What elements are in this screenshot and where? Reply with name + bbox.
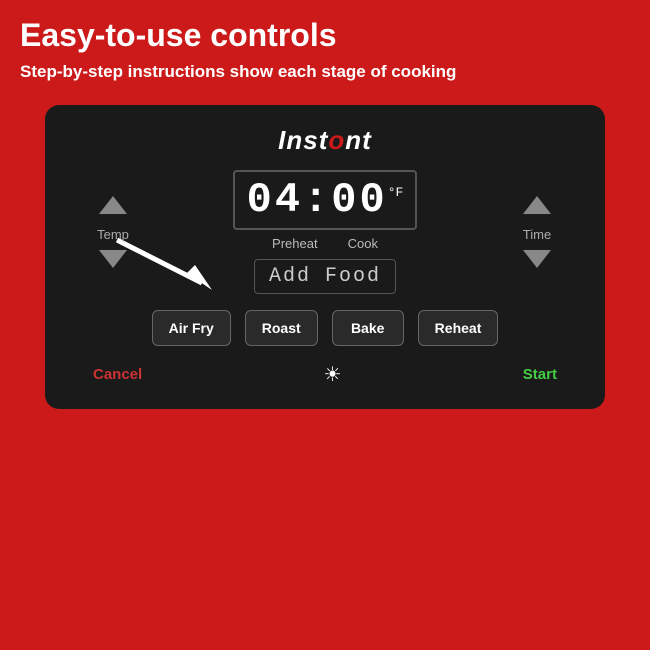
control-panel: Instont Temp 04:00°F Preheat Cook Add Fo… bbox=[45, 105, 605, 409]
temp-unit: °F bbox=[388, 185, 404, 200]
start-button[interactable]: Start bbox=[523, 366, 557, 383]
buttons-row: Air Fry Roast Bake Reheat bbox=[73, 310, 577, 346]
time-label: Time bbox=[523, 227, 551, 242]
air-fry-button[interactable]: Air Fry bbox=[152, 310, 231, 346]
preheat-cook-labels: Preheat Cook bbox=[272, 236, 378, 251]
bottom-row: Cancel ☀ Start bbox=[73, 362, 577, 387]
time-value: 04:00 bbox=[247, 176, 388, 224]
temp-section: Temp bbox=[73, 196, 153, 268]
preheat-label: Preheat bbox=[272, 236, 318, 251]
temp-label: Temp bbox=[97, 227, 129, 242]
brand-logo: Instont bbox=[73, 125, 577, 156]
time-display-box: 04:00°F bbox=[233, 170, 418, 230]
cook-label: Cook bbox=[348, 236, 378, 251]
bake-button[interactable]: Bake bbox=[332, 310, 404, 346]
cancel-button[interactable]: Cancel bbox=[93, 366, 142, 383]
time-down-arrow[interactable] bbox=[523, 250, 551, 268]
temp-up-arrow[interactable] bbox=[99, 196, 127, 214]
temp-down-arrow[interactable] bbox=[99, 250, 127, 268]
reheat-button[interactable]: Reheat bbox=[418, 310, 499, 346]
time-section: Time bbox=[497, 196, 577, 268]
main-title: Easy-to-use controls bbox=[20, 18, 630, 53]
roast-button[interactable]: Roast bbox=[245, 310, 318, 346]
panel-container: Instont Temp 04:00°F Preheat Cook Add Fo… bbox=[0, 93, 650, 429]
time-up-arrow[interactable] bbox=[523, 196, 551, 214]
brand-text: Instont bbox=[278, 125, 372, 155]
add-food-display: Add Food bbox=[254, 259, 396, 294]
brand-o: o bbox=[328, 125, 345, 155]
middle-row: Temp 04:00°F Preheat Cook Add Food Time bbox=[73, 170, 577, 294]
subtitle: Step-by-step instructions show each stag… bbox=[20, 61, 630, 83]
header-section: Easy-to-use controls Step-by-step instru… bbox=[0, 0, 650, 93]
center-display: 04:00°F Preheat Cook Add Food bbox=[153, 170, 497, 294]
light-icon[interactable]: ☀ bbox=[324, 362, 342, 387]
